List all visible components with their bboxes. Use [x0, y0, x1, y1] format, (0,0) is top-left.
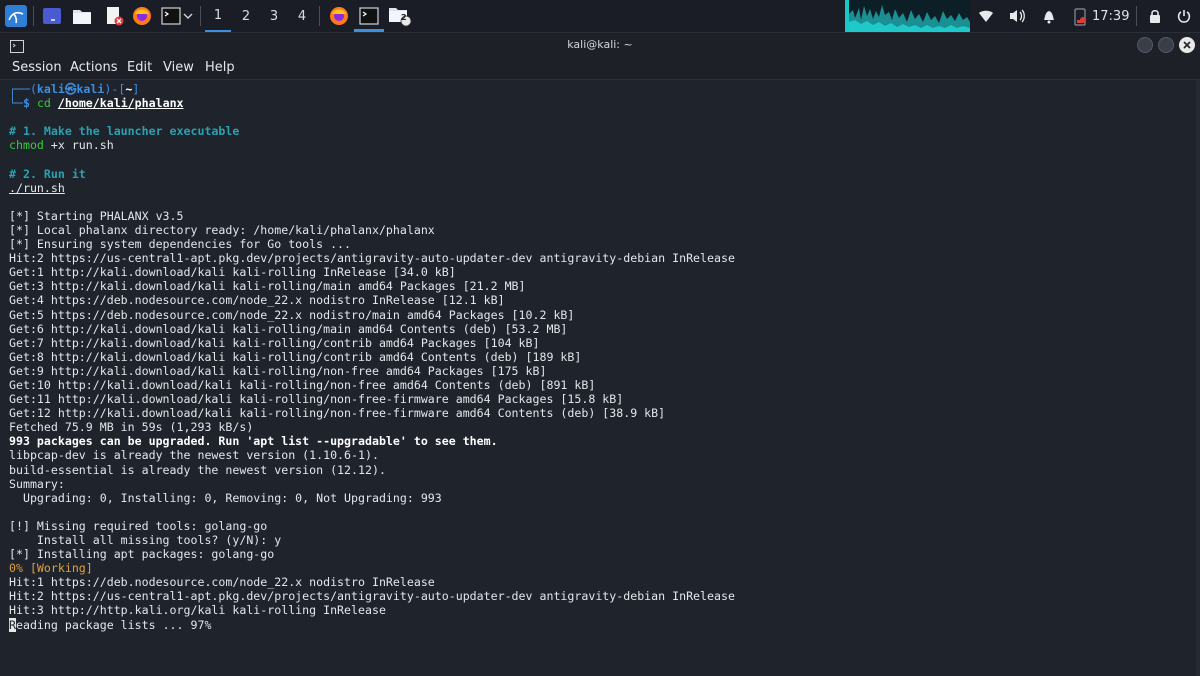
notifications-bell-icon[interactable]	[1038, 4, 1060, 28]
output-line: libpcap-dev is already the newest versio…	[9, 448, 379, 463]
output-line: Get:4 https://deb.nodesource.com/node_22…	[9, 293, 505, 308]
terminal-cursor: R	[9, 617, 16, 632]
terminal-scrollbar[interactable]	[1196, 80, 1200, 676]
text-editor-icon[interactable]	[101, 4, 127, 28]
volume-icon[interactable]	[1006, 4, 1028, 28]
show-desktop-icon[interactable]	[39, 4, 65, 28]
progress-line: Reading package lists ... 97%	[9, 617, 212, 632]
output-line: Get:3 http://kali.download/kali kali-rol…	[9, 279, 526, 294]
minimize-button[interactable]	[1137, 37, 1153, 53]
close-icon	[1183, 41, 1191, 49]
workspace-2[interactable]: 2	[233, 0, 259, 32]
workspace-4[interactable]: 4	[289, 0, 315, 32]
output-line: [*] Local phalanx directory ready: /home…	[9, 222, 435, 237]
output-line: Summary:	[9, 476, 65, 491]
comment-line: # 1. Make the launcher executable	[9, 124, 240, 139]
output-line: [*] Ensuring system dependencies for Go …	[9, 237, 352, 252]
output-line: [!] Missing required tools: golang-go	[9, 518, 268, 533]
kali-menu-icon[interactable]	[3, 4, 29, 28]
close-button[interactable]	[1179, 37, 1195, 53]
menu-actions[interactable]: Actions	[70, 57, 118, 79]
output-line: Install all missing tools? (y/N): y	[9, 533, 282, 547]
menu-bar: Session Actions Edit View Help	[0, 57, 1200, 79]
window-titlebar[interactable]: kali@kali: ~	[0, 33, 1200, 57]
command-line: ./run.sh	[9, 180, 65, 195]
workspace-1[interactable]: 1	[205, 0, 231, 32]
terminal-launcher-icon[interactable]	[159, 4, 183, 28]
upgradable-notice: 993 packages can be upgraded. Run 'apt l…	[9, 434, 498, 449]
file-manager-icon[interactable]	[69, 4, 95, 28]
power-icon[interactable]	[1174, 4, 1194, 28]
terminal-output: ┌──(kali㉿kali)-[~] └─$ cd /home/kali/pha…	[9, 82, 735, 632]
output-line: Fetched 75.9 MB in 59s (1,293 kB/s)	[9, 420, 254, 435]
output-line: Get:8 http://kali.download/kali kali-rol…	[9, 349, 582, 364]
output-line: Get:12 http://kali.download/kali kali-ro…	[9, 406, 666, 421]
lock-icon[interactable]	[1145, 4, 1165, 28]
menu-edit[interactable]: Edit	[127, 57, 152, 79]
wifi-icon[interactable]	[975, 4, 997, 28]
prompt-line-top: ┌──(kali㉿kali)-[~]	[9, 82, 140, 96]
clock[interactable]: 17:39	[1092, 0, 1129, 32]
output-line: Get:1 http://kali.download/kali kali-rol…	[9, 265, 456, 280]
command-line: chmod +x run.sh	[9, 138, 114, 153]
output-line: Get:10 http://kali.download/kali kali-ro…	[9, 377, 596, 392]
menu-help[interactable]: Help	[205, 57, 235, 79]
chevron-down-icon[interactable]	[181, 4, 195, 28]
cpu-graph	[845, 0, 970, 32]
files-window-icon[interactable]: 2	[386, 4, 414, 28]
terminal-window-icon[interactable]	[356, 4, 382, 28]
output-line: build-essential is already the newest ve…	[9, 462, 386, 477]
output-line: [*] Installing apt packages: golang-go	[9, 547, 275, 562]
workspace-3[interactable]: 3	[261, 0, 287, 32]
menu-session[interactable]: Session	[12, 57, 62, 79]
maximize-button[interactable]	[1158, 37, 1174, 53]
output-line: Upgrading: 0, Installing: 0, Removing: 0…	[9, 490, 442, 505]
comment-line: # 2. Run it	[9, 166, 86, 181]
output-line: Hit:2 https://us-central1-apt.pkg.dev/pr…	[9, 589, 735, 604]
window-title: kali@kali: ~	[567, 38, 633, 51]
output-line: Get:9 http://kali.download/kali kali-rol…	[9, 363, 547, 378]
menu-view[interactable]: View	[163, 57, 194, 79]
output-line: Get:5 https://deb.nodesource.com/node_22…	[9, 307, 575, 322]
active-window-indicator	[354, 29, 384, 32]
output-line: Hit:1 https://deb.nodesource.com/node_22…	[9, 575, 435, 590]
taskbar: 1 2 3 4 2 17:39	[0, 0, 1200, 33]
working-status: 0% [Working]	[9, 561, 93, 576]
output-line: Hit:3 http://http.kali.org/kali kali-rol…	[9, 603, 386, 618]
prompt-line-bottom: └─$ cd /home/kali/phalanx	[9, 96, 184, 111]
output-line: Get:7 http://kali.download/kali kali-rol…	[9, 335, 540, 350]
firefox-window-icon[interactable]	[326, 4, 352, 28]
output-line: Get:11 http://kali.download/kali kali-ro…	[9, 392, 624, 407]
terminal-area[interactable]: ┌──(kali㉿kali)-[~] └─$ cd /home/kali/pha…	[0, 79, 1200, 676]
output-line: [*] Starting PHALANX v3.5	[9, 208, 184, 223]
files-count-badge: 2	[401, 13, 407, 22]
firefox-icon[interactable]	[129, 4, 155, 28]
battery-warning-icon[interactable]	[1070, 4, 1090, 28]
output-line: Get:6 http://kali.download/kali kali-rol…	[9, 321, 568, 336]
output-line: Hit:2 https://us-central1-apt.pkg.dev/pr…	[9, 251, 735, 266]
